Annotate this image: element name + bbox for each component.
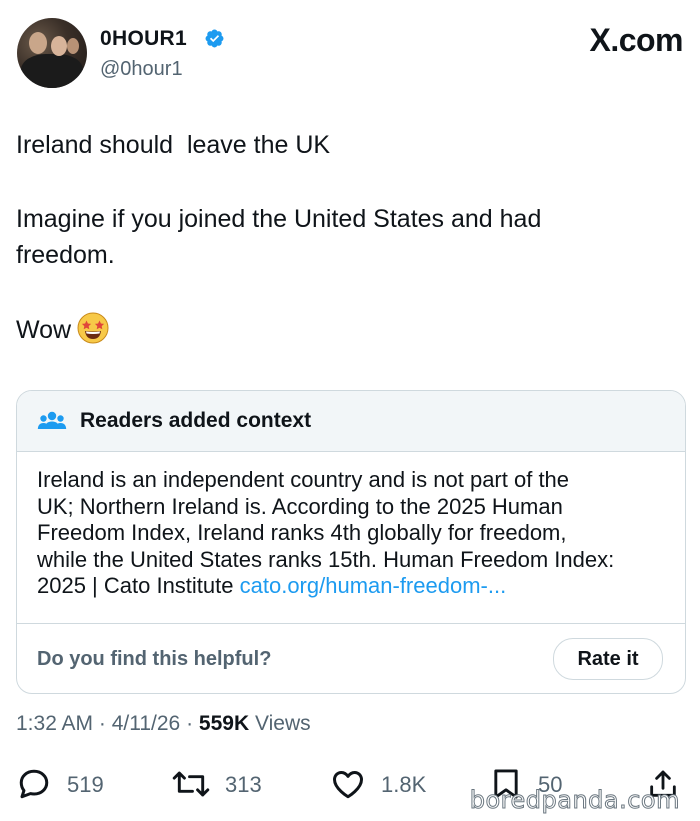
people-icon <box>37 411 67 429</box>
community-note-line: while the United States ranks 15th. Huma… <box>37 546 615 572</box>
author-handle[interactable]: @0hour1 <box>100 58 183 81</box>
x-com-logo: X.com <box>589 22 683 58</box>
author-avatar[interactable] <box>17 18 87 88</box>
community-note-header: Readers added context <box>17 391 685 452</box>
tweet-date[interactable]: 4/11/26 <box>112 712 181 735</box>
rate-it-button[interactable]: Rate it <box>553 638 663 680</box>
tweet-text-line-wow: Wow <box>16 312 109 348</box>
views-count: 559K <box>198 712 250 735</box>
like-button[interactable]: 1.8K <box>330 766 440 802</box>
tweet-text-line: Ireland should leave the UK <box>16 131 331 159</box>
tweet-meta: 1:32 AM · 4/11/26 · 559K Views <box>16 712 311 736</box>
reply-count: 519 <box>67 772 104 797</box>
community-note-line-last: 2025 | Cato Institute cato.org/human-fre… <box>37 573 667 600</box>
community-note-footer: Do you find this helpful? Rate it <box>17 623 685 693</box>
helpful-question: Do you find this helpful? <box>37 648 272 670</box>
tweet-text-line: freedom. <box>16 241 115 269</box>
author-display-name[interactable]: 0HOUR1 <box>100 27 187 51</box>
community-note: Readers added context Ireland is an inde… <box>16 390 686 694</box>
community-note-line-text: 2025 | Cato Institute <box>37 573 240 598</box>
community-note-line: Freedom Index, Ireland ranks 4th globall… <box>37 520 567 545</box>
tweet-text-line: Imagine if you joined the United States … <box>16 205 542 233</box>
meta-separator: · <box>98 712 112 735</box>
star-struck-emoji-icon <box>77 312 109 344</box>
repost-icon <box>172 771 210 797</box>
boredpanda-watermark: boredpanda.com <box>469 786 680 815</box>
community-note-source-link[interactable]: cato.org/human-freedom-... <box>240 573 507 598</box>
views-label: Views <box>254 712 311 735</box>
heart-icon <box>333 770 363 799</box>
community-note-title: Readers added context <box>80 409 312 432</box>
community-note-line: UK; Northern Ireland is. According to th… <box>37 493 563 519</box>
verified-badge-icon <box>205 29 224 48</box>
community-note-body: Ireland is an independent country and is… <box>37 467 667 600</box>
tweet-text-wow: Wow <box>16 316 72 344</box>
reply-icon <box>19 769 49 799</box>
meta-separator: · <box>186 712 199 735</box>
tweet-time[interactable]: 1:32 AM <box>16 712 93 735</box>
community-note-line: Ireland is an independent country and is… <box>37 467 570 492</box>
repost-button[interactable]: 313 <box>172 766 272 802</box>
reply-button[interactable]: 519 <box>16 766 116 802</box>
like-count: 1.8K <box>381 772 427 797</box>
repost-count: 313 <box>225 772 262 797</box>
tweet-header: 0HOUR1 @0hour1 X.com <box>17 18 683 90</box>
